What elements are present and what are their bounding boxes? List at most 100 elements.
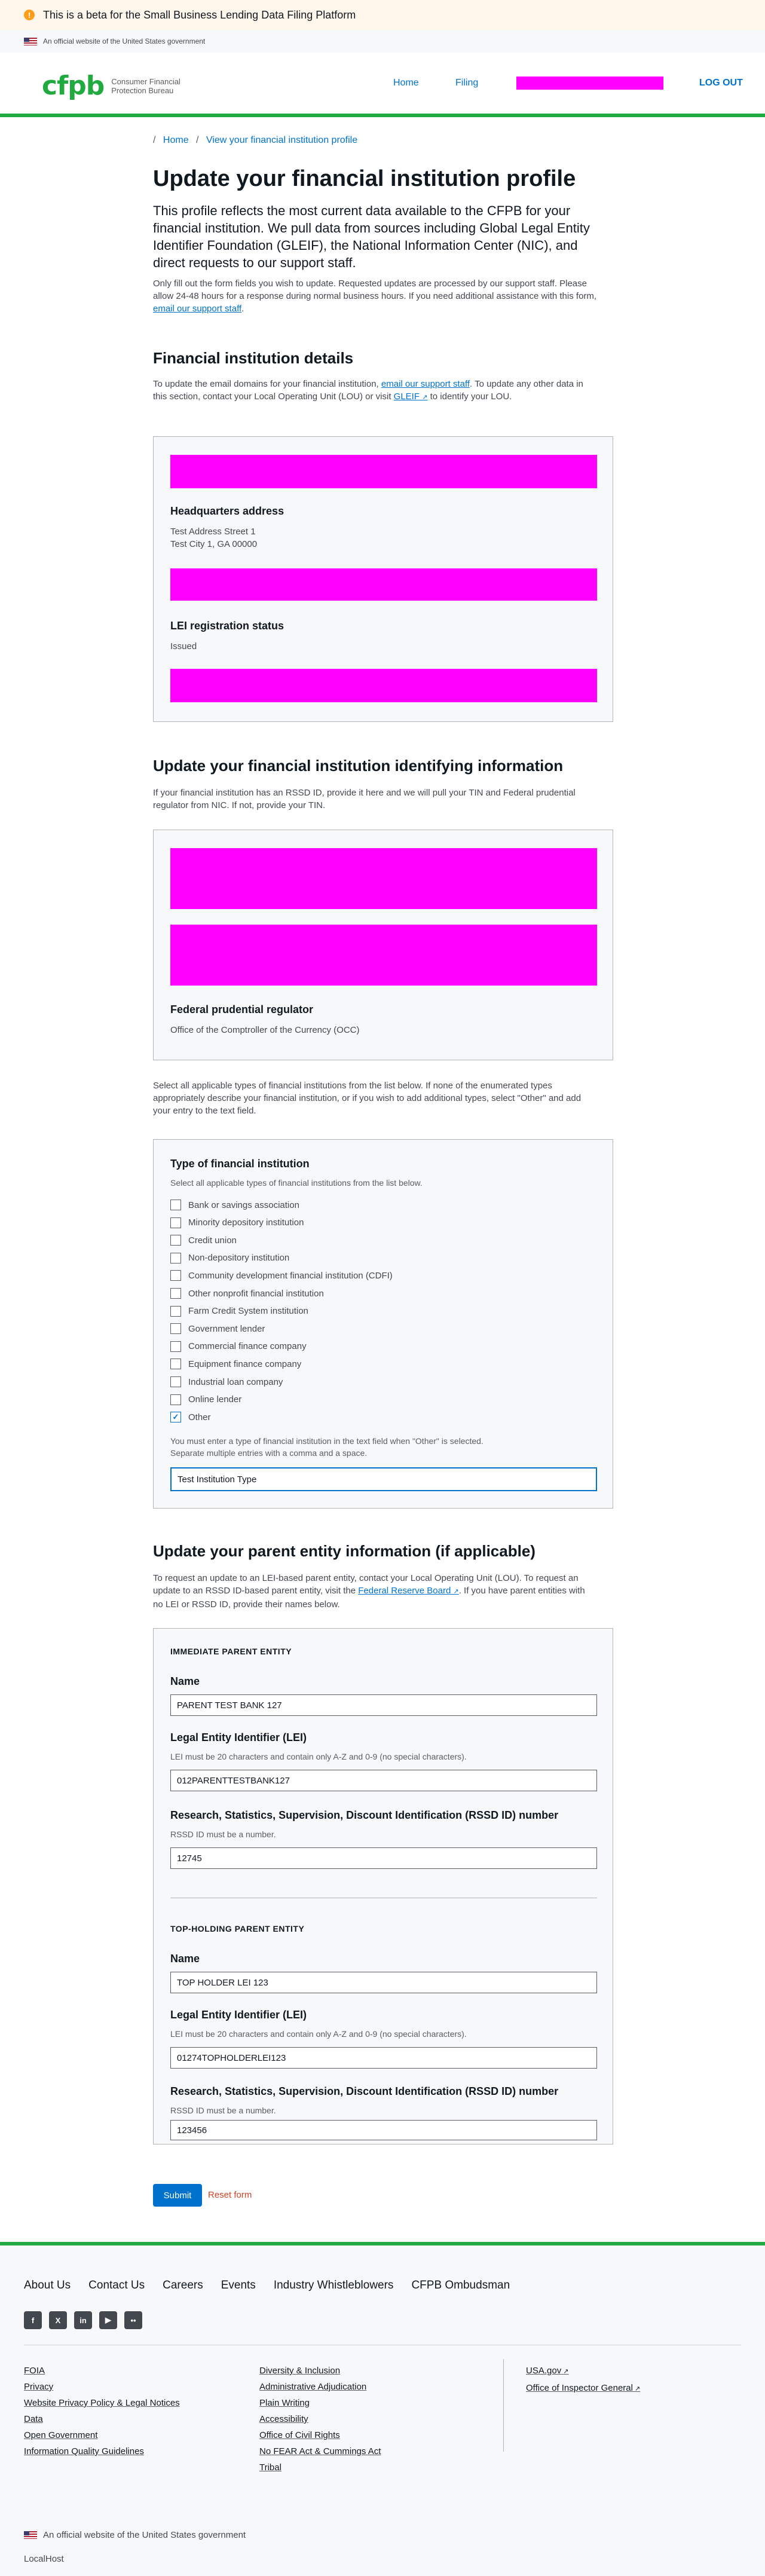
type-option[interactable]: Industrial loan company (170, 1376, 283, 1387)
footer-link[interactable]: Tribal (259, 2459, 381, 2476)
checkbox[interactable] (170, 1305, 181, 1317)
regulator-value: Office of the Comptroller of the Currenc… (170, 1025, 360, 1035)
footer-link[interactable]: Website Privacy Policy & Legal Notices (24, 2395, 180, 2411)
top-lei-input[interactable]: 01274TOPHOLDERLEI123 (170, 2047, 597, 2069)
reset-form-link[interactable]: Reset form (208, 2190, 252, 2200)
checkbox[interactable] (170, 1200, 181, 1210)
note-text: Only fill out the form fields you wish t… (153, 279, 597, 301)
type-option[interactable]: Credit union (170, 1235, 237, 1246)
type-option[interactable]: Non-depository institution (170, 1252, 289, 1263)
flickr-icon[interactable]: •• (124, 2311, 142, 2329)
footer-column-2: Diversity & Inclusion Administrative Adju… (259, 2363, 381, 2476)
rssd-field-redacted[interactable] (170, 848, 597, 909)
footer-link[interactable]: Contact Us (88, 2279, 145, 2292)
type-option[interactable]: Commercial finance company (170, 1341, 307, 1352)
footer-vertical-divider (503, 2359, 504, 2452)
checkbox[interactable] (170, 1323, 181, 1335)
footer-link[interactable]: Data (24, 2411, 180, 2427)
logout-link[interactable]: LOG OUT (699, 78, 743, 88)
us-flag-icon (24, 37, 37, 45)
type-option-label: Other (188, 1412, 211, 1422)
type-option-label: Industrial loan company (188, 1376, 283, 1387)
footer-link[interactable]: Information Quality Guidelines (24, 2443, 180, 2459)
details-card: Headquarters address Test Address Street… (153, 436, 613, 722)
footer-link[interactable]: No FEAR Act & Cummings Act (259, 2443, 381, 2459)
top-rssd-input[interactable]: 123456 (170, 2120, 597, 2140)
type-option[interactable]: Farm Credit System institution (170, 1305, 308, 1317)
type-option-label: Farm Credit System institution (188, 1306, 308, 1317)
submit-button[interactable]: Submit (153, 2184, 202, 2207)
type-option[interactable]: Minority depository institution (170, 1217, 304, 1228)
footer-link[interactable]: Events (221, 2279, 256, 2292)
other-type-input[interactable]: Test Institution Type (170, 1467, 597, 1491)
linkedin-icon[interactable]: in (74, 2311, 92, 2329)
checkbox[interactable] (170, 1288, 181, 1299)
type-option[interactable]: Other nonprofit financial institution (170, 1288, 324, 1299)
other-hint-1: You must enter a type of financial insti… (170, 1436, 484, 1446)
footer-link[interactable]: About Us (24, 2279, 71, 2292)
breadcrumb-profile[interactable]: View your financial institution profile (206, 135, 357, 145)
footer-link[interactable]: Industry Whistleblowers (274, 2279, 394, 2292)
external-link-icon: ↗ (632, 2385, 641, 2393)
footer-link[interactable]: Office of Inspector General ↗ (526, 2380, 640, 2397)
immediate-rssd-hint: RSSD ID must be a number. (170, 1829, 276, 1839)
top-name-input[interactable]: TOP HOLDER LEI 123 (170, 1972, 597, 1993)
parent-para: To request an update to an LEI-based par… (153, 1572, 595, 1611)
checkbox[interactable] (170, 1394, 181, 1405)
beta-banner-text: This is a beta for the Small Business Le… (43, 8, 356, 21)
type-option[interactable]: Online lender (170, 1394, 241, 1405)
type-option-label: Minority depository institution (188, 1217, 304, 1228)
details-support-link[interactable]: email our support staff (381, 379, 470, 389)
gleif-link[interactable]: GLEIF ↗ (394, 391, 428, 402)
checkbox[interactable] (170, 1252, 181, 1263)
footer-link[interactable]: FOIA (24, 2363, 180, 2379)
footer-gov-text: An official website of the United States… (43, 2530, 246, 2540)
nav-home-link[interactable]: Home (393, 78, 419, 88)
gleif-link-label: GLEIF (393, 391, 420, 402)
type-option[interactable]: Government lender (170, 1323, 265, 1335)
footer-link[interactable]: CFPB Ombudsman (411, 2279, 510, 2292)
immediate-rssd-input[interactable]: 12745 (170, 1847, 597, 1869)
footer-link[interactable]: Accessibility (259, 2411, 381, 2427)
footer-link[interactable]: Diversity & Inclusion (259, 2363, 381, 2379)
types-label: Type of financial institution (170, 1158, 310, 1170)
type-option[interactable]: Community development financial institut… (170, 1270, 393, 1281)
footer-link[interactable]: Privacy (24, 2379, 180, 2395)
nav-filing-link[interactable]: Filing (455, 78, 478, 88)
type-option[interactable]: Bank or savings association (170, 1200, 299, 1210)
checkbox[interactable] (170, 1217, 181, 1228)
checkbox[interactable] (170, 1359, 181, 1370)
cfpb-logo[interactable]: cfpb Consumer Financial Protection Burea… (42, 71, 180, 101)
footer-link[interactable]: Careers (163, 2279, 203, 2292)
facebook-icon[interactable]: f (24, 2311, 42, 2329)
x-icon[interactable]: X (49, 2311, 67, 2329)
checkbox-checked[interactable]: ✓ (170, 1412, 181, 1423)
type-option-label: Community development financial institut… (188, 1270, 393, 1281)
footer-link[interactable]: Plain Writing (259, 2395, 381, 2411)
checkbox[interactable] (170, 1235, 181, 1246)
parent-heading: Update your parent entity information (i… (153, 1542, 536, 1560)
identifying-heading: Update your financial institution identi… (153, 757, 564, 775)
footer-link[interactable]: Administrative Adjudication (259, 2379, 381, 2395)
youtube-icon[interactable]: ▶ (99, 2311, 117, 2329)
immediate-lei-input[interactable]: 012PARENTTESTBANK127 (170, 1770, 597, 1791)
immediate-lei-hint: LEI must be 20 characters and contain on… (170, 1752, 467, 1761)
federal-reserve-link[interactable]: Federal Reserve Board ↗ (358, 1586, 458, 1596)
checkbox[interactable] (170, 1341, 181, 1352)
footer-link[interactable]: Open Government (24, 2427, 180, 2443)
immediate-name-input[interactable]: PARENT TEST BANK 127 (170, 1694, 597, 1716)
footer-host: LocalHost (24, 2554, 64, 2564)
footer-link[interactable]: USA.gov ↗ (526, 2363, 640, 2380)
types-card: Type of financial institution Select all… (153, 1139, 613, 1509)
note-support-link[interactable]: email our support staff (153, 304, 241, 314)
type-option[interactable]: Equipment finance company (170, 1359, 301, 1370)
checkbox[interactable] (170, 1270, 181, 1281)
checkbox[interactable] (170, 1376, 181, 1387)
breadcrumb-home[interactable]: Home (163, 135, 189, 145)
identifying-card: Federal prudential regulator Office of t… (153, 830, 613, 1060)
type-option-label: Bank or savings association (188, 1200, 299, 1210)
tin-field-redacted[interactable] (170, 925, 597, 986)
top-lei-hint: LEI must be 20 characters and contain on… (170, 2029, 467, 2039)
type-option[interactable]: ✓ Other (170, 1412, 211, 1423)
footer-link[interactable]: Office of Civil Rights (259, 2427, 381, 2443)
